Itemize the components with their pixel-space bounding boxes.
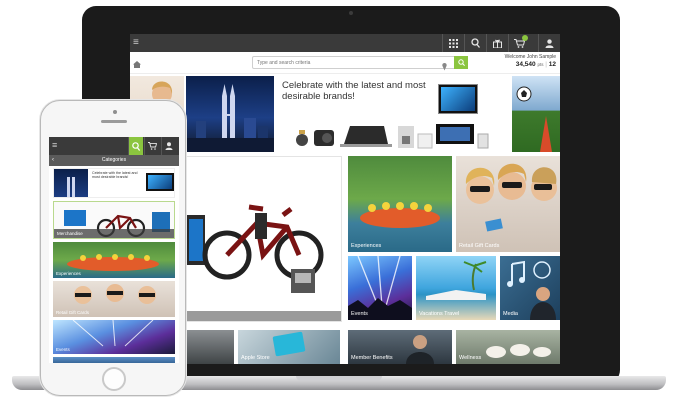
apple-store-tile[interactable]: Apple Store xyxy=(238,330,340,364)
phone-banner-city-image xyxy=(54,169,88,197)
search-button[interactable] xyxy=(454,56,468,69)
city-skyline-image xyxy=(186,76,274,152)
home-icon[interactable] xyxy=(133,55,141,73)
phone-camera xyxy=(113,110,117,114)
banner-headline: Celebrate with the latest and most desir… xyxy=(282,80,426,102)
phone-events-tile[interactable]: Events xyxy=(53,320,175,354)
member-benefits-tile[interactable]: Member Benefits xyxy=(348,330,452,364)
retail-gift-cards-tile[interactable]: Retail Gift Cards xyxy=(456,156,560,252)
phone-events-label: Events xyxy=(56,347,70,352)
phone-search-icon[interactable] xyxy=(128,137,143,155)
phone-user-icon[interactable] xyxy=(161,137,176,155)
experiences-tile[interactable]: Experiences xyxy=(348,156,452,252)
vacations-travel-label: Vacations Travel xyxy=(419,311,460,317)
phone-banner[interactable]: Celebrate with the latest and most desir… xyxy=(53,168,175,198)
cart-count: 12 xyxy=(548,61,556,68)
laptop-camera xyxy=(349,11,353,15)
merchandise-tile[interactable] xyxy=(186,156,342,322)
phone-experiences-tile[interactable]: Experiences xyxy=(53,242,175,278)
dining-tile[interactable] xyxy=(186,330,234,364)
retail-gift-cards-label: Retail Gift Cards xyxy=(459,243,500,249)
events-label: Events xyxy=(351,311,368,317)
menu-icon[interactable]: ≡ xyxy=(133,36,139,50)
laptop-screen: ≡ Welco xyxy=(130,34,560,364)
phone-screen: ≡ ‹ Categories Celebrate with the latest… xyxy=(49,137,179,363)
media-label: Media xyxy=(503,311,518,317)
cart-icon[interactable] xyxy=(508,34,530,52)
tv-image xyxy=(438,84,478,114)
phone-speaker xyxy=(101,120,127,123)
welcome-text: Welcome John Sample xyxy=(504,54,556,60)
phone-retail-gift-cards-label: Retail Gift Cards xyxy=(56,310,90,315)
wellness-label: Wellness xyxy=(459,355,482,361)
search-bar xyxy=(252,56,468,71)
products-image xyxy=(292,120,492,150)
events-tile[interactable]: Events xyxy=(348,256,412,320)
vacations-travel-tile[interactable]: Vacations Travel xyxy=(416,256,496,320)
gift-icon[interactable] xyxy=(486,34,508,52)
points-value: 34,540 xyxy=(515,61,536,68)
soccer-image xyxy=(512,76,560,152)
phone-categories-title: Categories xyxy=(101,157,127,163)
wellness-tile[interactable]: Wellness xyxy=(456,330,560,364)
location-pin-icon[interactable] xyxy=(442,58,447,76)
experiences-label: Experiences xyxy=(351,243,382,249)
merchandise-caption-bar xyxy=(187,311,341,321)
phone-merchandise-label: Merchandise xyxy=(54,229,174,238)
phone-banner-text: Celebrate with the latest and most desir… xyxy=(92,171,138,180)
laptop-notch xyxy=(296,376,382,381)
points-balance: 34,540 pts | 12 xyxy=(515,61,556,68)
phone-home-button[interactable] xyxy=(102,367,126,391)
media-tile[interactable]: Media xyxy=(500,256,560,320)
phone-menu-icon[interactable]: ≡ xyxy=(52,139,57,152)
user-icon[interactable] xyxy=(538,34,560,52)
hero-banner[interactable]: Celebrate with the latest and most desir… xyxy=(186,76,510,152)
sub-bar: Welcome John Sample 34,540 pts | 12 xyxy=(130,52,560,74)
phone-cart-icon[interactable] xyxy=(144,137,159,155)
phone-top-bar: ≡ xyxy=(49,137,179,155)
phone-experiences-label: Experiences xyxy=(56,271,81,276)
phone-frame: ≡ ‹ Categories Celebrate with the latest… xyxy=(40,100,186,396)
top-bar: ≡ xyxy=(130,34,560,52)
search-input[interactable] xyxy=(257,57,437,68)
phone-banner-tv-image xyxy=(146,173,174,191)
back-chevron-icon[interactable]: ‹ xyxy=(52,155,54,166)
member-benefits-label: Member Benefits xyxy=(351,355,393,361)
phone-next-tile[interactable] xyxy=(53,357,175,363)
apple-store-label: Apple Store xyxy=(241,355,270,361)
points-unit: pts xyxy=(537,62,544,67)
search-icon[interactable] xyxy=(464,34,486,52)
phone-retail-gift-cards-tile[interactable]: Retail Gift Cards xyxy=(53,281,175,317)
account-summary[interactable]: Welcome John Sample 34,540 pts | 12 xyxy=(476,54,556,68)
grid-icon[interactable] xyxy=(442,34,464,52)
cart-badge xyxy=(522,35,528,41)
phone-merchandise-tile[interactable]: Merchandise xyxy=(53,201,175,239)
phone-categories-header: ‹ Categories xyxy=(49,155,179,166)
